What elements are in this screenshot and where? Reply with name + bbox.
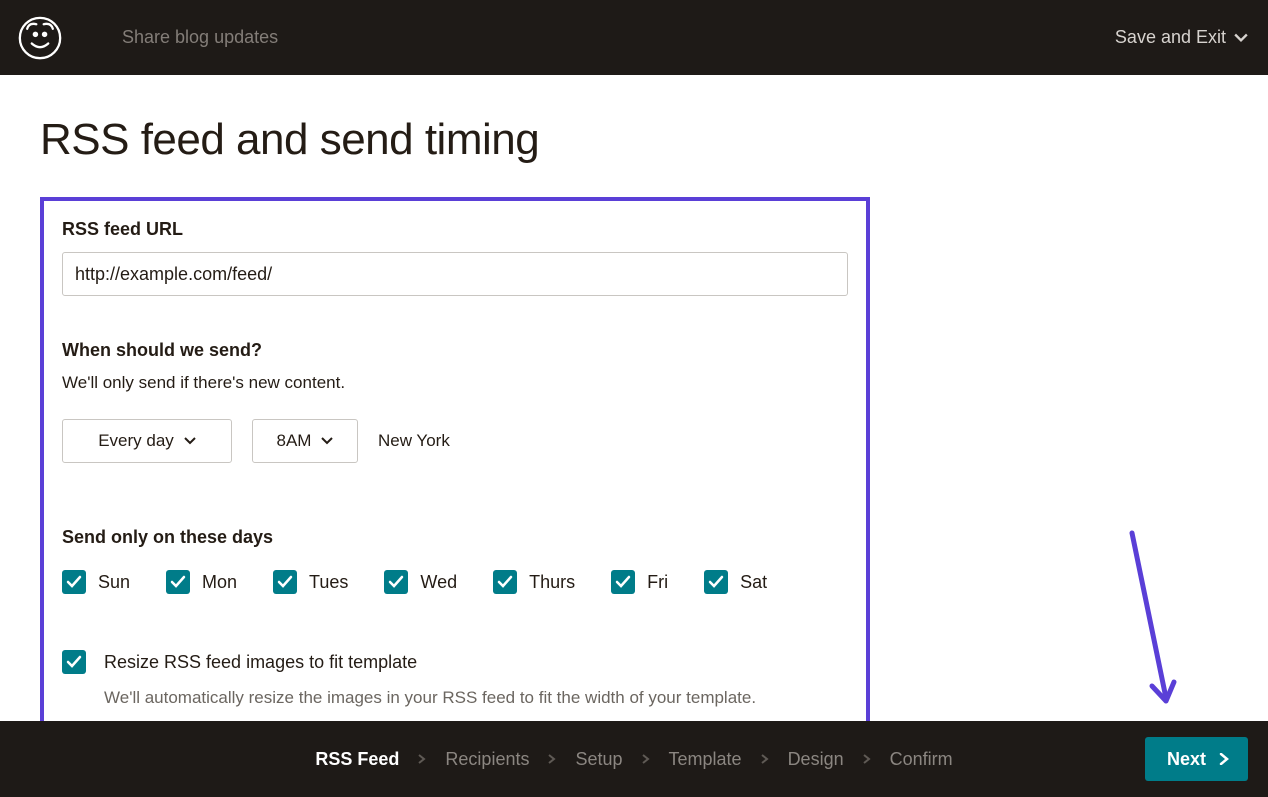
day-checkbox-sat[interactable]	[704, 570, 728, 594]
chevron-right-icon	[1218, 753, 1230, 765]
day-item-thurs: Thurs	[493, 570, 575, 594]
save-exit-label: Save and Exit	[1115, 27, 1226, 48]
when-send-label: When should we send?	[62, 340, 848, 361]
page-title: RSS feed and send timing	[40, 115, 1228, 165]
days-section: Send only on these days Sun Mon Tues Wed	[62, 527, 848, 594]
day-item-sat: Sat	[704, 570, 767, 594]
day-checkbox-sun[interactable]	[62, 570, 86, 594]
main-content: RSS feed and send timing RSS feed URL Wh…	[0, 75, 1268, 728]
when-send-section: When should we send? We'll only send if …	[62, 340, 848, 463]
day-label: Wed	[420, 572, 457, 593]
day-checkbox-thurs[interactable]	[493, 570, 517, 594]
chevron-down-icon	[184, 435, 196, 447]
timezone-label: New York	[378, 431, 450, 451]
day-checkbox-fri[interactable]	[611, 570, 635, 594]
wizard-steps: RSS Feed Recipients Setup Template Desig…	[315, 749, 952, 770]
day-label: Thurs	[529, 572, 575, 593]
day-item-fri: Fri	[611, 570, 668, 594]
chevron-right-icon	[760, 754, 770, 764]
chevron-down-icon	[321, 435, 333, 447]
step-rss-feed[interactable]: RSS Feed	[315, 749, 399, 770]
day-checkbox-wed[interactable]	[384, 570, 408, 594]
days-label: Send only on these days	[62, 527, 848, 548]
frequency-value: Every day	[98, 431, 174, 451]
step-setup[interactable]: Setup	[575, 749, 622, 770]
save-and-exit-button[interactable]: Save and Exit	[1115, 27, 1248, 48]
step-design[interactable]: Design	[788, 749, 844, 770]
rss-url-input[interactable]	[62, 252, 848, 296]
day-label: Mon	[202, 572, 237, 593]
day-label: Tues	[309, 572, 348, 593]
campaign-name[interactable]: Share blog updates	[122, 27, 278, 48]
chevron-right-icon	[417, 754, 427, 764]
day-item-tues: Tues	[273, 570, 348, 594]
form-highlight-box: RSS feed URL When should we send? We'll …	[40, 197, 870, 728]
days-row: Sun Mon Tues Wed Thurs	[62, 570, 848, 594]
day-label: Sun	[98, 572, 130, 593]
step-confirm[interactable]: Confirm	[890, 749, 953, 770]
next-label: Next	[1167, 749, 1206, 770]
rss-url-label: RSS feed URL	[62, 219, 848, 240]
next-button[interactable]: Next	[1145, 737, 1248, 781]
rss-url-section: RSS feed URL	[62, 219, 848, 296]
frequency-time-row: Every day 8AM New York	[62, 419, 848, 463]
day-label: Fri	[647, 572, 668, 593]
chevron-down-icon	[1234, 31, 1248, 45]
topbar-left: Share blog updates	[18, 16, 278, 60]
footer-bar: RSS Feed Recipients Setup Template Desig…	[0, 721, 1268, 797]
resize-row: Resize RSS feed images to fit template	[62, 650, 848, 674]
day-checkbox-mon[interactable]	[166, 570, 190, 594]
time-select[interactable]: 8AM	[252, 419, 358, 463]
chevron-right-icon	[547, 754, 557, 764]
step-recipients[interactable]: Recipients	[445, 749, 529, 770]
resize-label: Resize RSS feed images to fit template	[104, 652, 417, 673]
top-bar: Share blog updates Save and Exit	[0, 0, 1268, 75]
when-send-helper: We'll only send if there's new content.	[62, 373, 848, 393]
day-item-wed: Wed	[384, 570, 457, 594]
day-item-mon: Mon	[166, 570, 237, 594]
mailchimp-logo-icon[interactable]	[18, 16, 62, 60]
day-item-sun: Sun	[62, 570, 130, 594]
day-label: Sat	[740, 572, 767, 593]
step-template[interactable]: Template	[669, 749, 742, 770]
resize-checkbox[interactable]	[62, 650, 86, 674]
chevron-right-icon	[862, 754, 872, 764]
frequency-select[interactable]: Every day	[62, 419, 232, 463]
chevron-right-icon	[641, 754, 651, 764]
time-value: 8AM	[277, 431, 312, 451]
resize-description: We'll automatically resize the images in…	[104, 688, 848, 708]
day-checkbox-tues[interactable]	[273, 570, 297, 594]
